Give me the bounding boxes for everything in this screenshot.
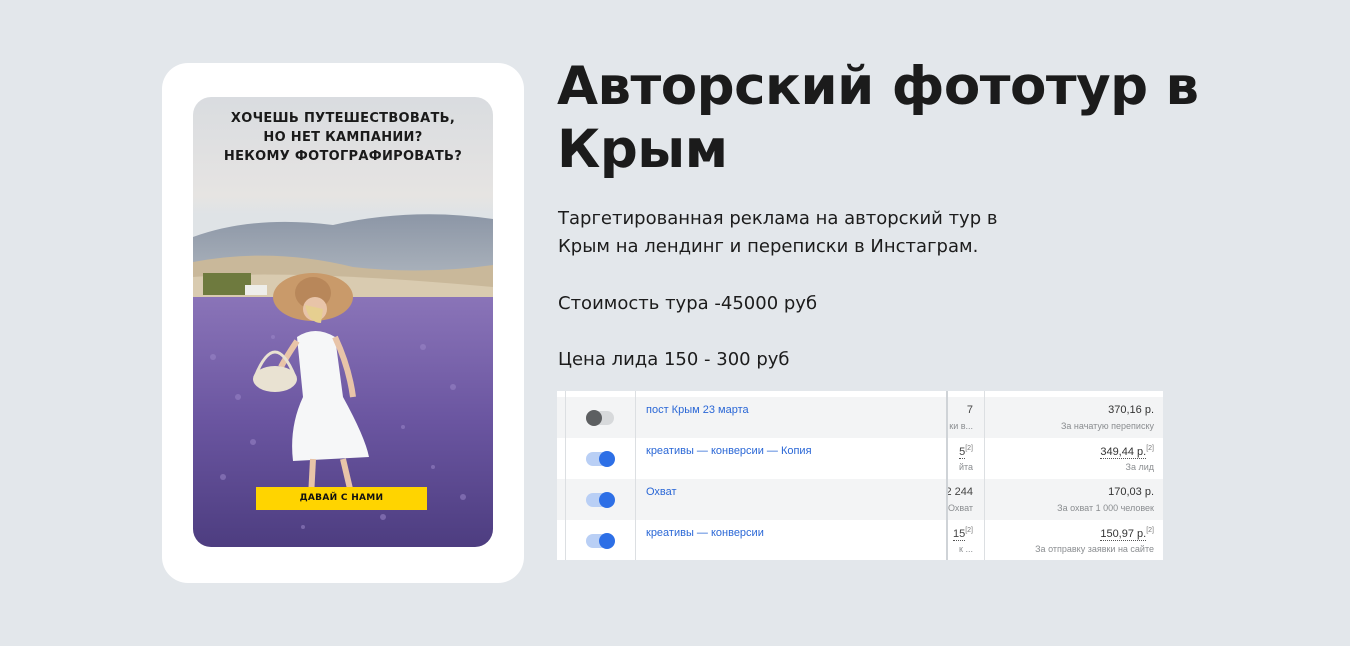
campaign-cost-cell: 150,97 р.[2] (1100, 527, 1154, 541)
table-row: креативы — конверсии — Копия 5[2] йта 34… (557, 438, 1163, 479)
campaign-result-type: Охват (947, 503, 973, 513)
page-title: Авторский фототур в Крым (557, 55, 1199, 181)
campaign-toggle[interactable] (586, 492, 615, 508)
campaign-toggle[interactable] (586, 410, 614, 426)
ad-headline: ХОЧЕШЬ ПУТЕШЕСТВОВАТЬ, НО НЕТ КАМПАНИИ? … (193, 109, 493, 166)
ad-preview-card: ХОЧЕШЬ ПУТЕШЕСТВОВАТЬ, НО НЕТ КАМПАНИИ? … (162, 63, 524, 583)
ad-headline-line-2: НО НЕТ КАМПАНИИ? (263, 130, 423, 145)
column-divider (635, 391, 636, 560)
campaign-cost-type: За отправку заявки на сайте (1035, 544, 1154, 554)
campaign-result: 2 244 (945, 486, 973, 498)
campaign-result: 7 (966, 404, 973, 416)
campaign-result-type: йта (958, 462, 973, 472)
campaign-cost: 349,44 р. (1100, 445, 1147, 459)
campaign-result: 15 (952, 527, 966, 541)
campaign-name[interactable]: креативы — конверсии — Копия (646, 445, 812, 457)
column-divider (946, 391, 948, 560)
campaign-cost: 170,03 р. (1108, 486, 1154, 498)
campaign-result-cell: 15[2] (952, 527, 973, 541)
campaign-name[interactable]: пост Крым 23 марта (646, 404, 749, 416)
campaign-result-type: ки в... (949, 421, 973, 431)
campaign-cost-type: За охват 1 000 человек (1057, 503, 1154, 513)
description-line-1: Таргетированная реклама на авторский тур… (558, 208, 998, 229)
table-row: пост Крым 23 марта 7 ки в... 370,16 р. З… (557, 397, 1163, 438)
toggle-knob (599, 492, 615, 508)
toggle-knob (599, 533, 615, 549)
campaign-result-cell: 5[2] (959, 445, 973, 459)
campaign-cost: 370,16 р. (1108, 404, 1154, 416)
footnote-mark: [2] (1146, 445, 1154, 452)
campaign-name[interactable]: Охват (646, 486, 677, 498)
toggle-knob (599, 451, 615, 467)
campaign-toggle[interactable] (586, 533, 615, 549)
lead-price: Цена лида 150 - 300 руб (558, 349, 790, 370)
ad-photo: ХОЧЕШЬ ПУТЕШЕСТВОВАТЬ, НО НЕТ КАМПАНИИ? … (193, 97, 493, 547)
campaign-cost-type: За начатую переписку (1060, 421, 1154, 431)
campaign-cost: 150,97 р. (1100, 527, 1147, 541)
table-row: креативы — конверсии 15[2] к ... 150,97 … (557, 520, 1163, 560)
campaign-result-type: к ... (959, 544, 973, 554)
campaign-toggle[interactable] (586, 451, 615, 467)
page-title-line-1: Авторский фототур в (557, 56, 1199, 117)
table-row: Охват 2 244 Охват 170,03 р. За охват 1 0… (557, 479, 1163, 520)
column-divider (984, 391, 985, 560)
footnote-mark: [2] (965, 445, 973, 452)
ad-headline-line-1: ХОЧЕШЬ ПУТЕШЕСТВОВАТЬ, (230, 111, 456, 126)
ad-headline-line-3: НЕКОМУ ФОТОГРАФИРОВАТЬ? (223, 149, 463, 164)
toggle-knob (586, 410, 602, 426)
footnote-mark: [2] (965, 527, 973, 534)
footnote-mark: [2] (1146, 527, 1154, 534)
column-divider (565, 391, 566, 560)
cta-button[interactable]: ДАВАЙ С НАМИ (256, 487, 427, 510)
campaigns-table: пост Крым 23 марта 7 ки в... 370,16 р. З… (557, 391, 1163, 560)
description: Таргетированная реклама на авторский тур… (558, 205, 997, 261)
description-line-2: Крым на лендинг и переписки в Инстаграм. (558, 236, 979, 257)
campaign-cost-cell: 349,44 р.[2] (1100, 445, 1154, 459)
campaign-name[interactable]: креативы — конверсии (646, 527, 764, 539)
page-title-line-2: Крым (557, 119, 728, 180)
tour-price: Стоимость тура -45000 руб (558, 293, 818, 314)
campaign-cost-type: За лид (1125, 462, 1154, 472)
